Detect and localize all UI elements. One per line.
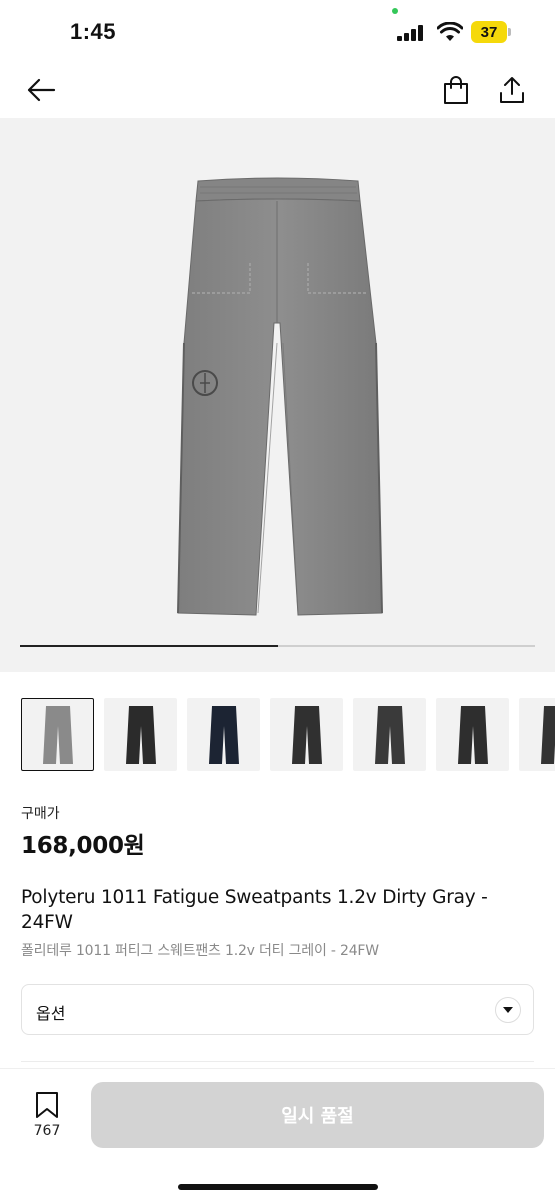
battery-icon: 37 xyxy=(471,21,511,43)
carousel-progress-track xyxy=(20,645,535,647)
option-select[interactable]: 옵션 xyxy=(21,984,534,1035)
thumbnail-strip[interactable] xyxy=(21,698,555,772)
thumbnail-pants-image xyxy=(291,705,322,764)
share-icon xyxy=(500,77,524,103)
price-value: 168,000원 xyxy=(21,833,145,859)
divider xyxy=(21,1061,534,1062)
bookmark-button[interactable]: 767 xyxy=(26,1091,68,1143)
thumbnail-pants-image xyxy=(42,705,73,764)
shopping-bag-icon xyxy=(444,76,468,104)
battery-level: 37 xyxy=(471,21,507,43)
share-button[interactable] xyxy=(494,72,530,108)
privacy-indicator-dot xyxy=(392,8,398,14)
bookmark-icon xyxy=(36,1092,58,1118)
thumbnail-pants-image xyxy=(374,705,405,764)
thumbnail-pants-image xyxy=(125,705,156,764)
wifi-icon xyxy=(437,22,463,41)
thumbnail-pants-image xyxy=(540,705,555,764)
thumbnail-1[interactable] xyxy=(21,698,94,771)
thumbnail-7[interactable] xyxy=(519,698,555,771)
shopping-bag-button[interactable] xyxy=(438,72,474,108)
thumbnail-pants-image xyxy=(208,705,239,764)
arrow-left-icon xyxy=(27,78,56,102)
status-bar: 1:45 37 xyxy=(0,0,555,64)
sold-out-button[interactable]: 일시 품절 xyxy=(91,1082,544,1148)
thumbnail-6[interactable] xyxy=(436,698,509,771)
thumbnail-pants-image xyxy=(457,705,488,764)
product-title-ko: 폴리테루 1011 퍼티그 스웨트팬츠 1.2v 더티 그레이 - 24FW xyxy=(21,943,379,959)
thumbnail-2[interactable] xyxy=(104,698,177,771)
thumbnail-3[interactable] xyxy=(187,698,260,771)
price-label: 구매가 xyxy=(21,806,60,822)
product-image-carousel[interactable] xyxy=(0,118,555,672)
back-button[interactable] xyxy=(23,72,59,108)
caret-down-icon xyxy=(495,997,521,1023)
option-label: 옵션 xyxy=(36,1004,66,1023)
bottom-action-bar: 767 일시 품절 xyxy=(0,1068,555,1200)
status-time: 1:45 xyxy=(70,19,117,44)
bookmark-count: 767 xyxy=(33,1123,61,1139)
home-indicator xyxy=(178,1184,378,1190)
nav-bar xyxy=(0,64,555,118)
sweatpants-image xyxy=(177,177,383,616)
carousel-progress-fill xyxy=(20,645,278,647)
thumbnail-4[interactable] xyxy=(270,698,343,771)
product-title-en: Polyteru 1011 Fatigue Sweatpants 1.2v Di… xyxy=(21,887,488,933)
thumbnail-5[interactable] xyxy=(353,698,426,771)
cellular-signal-icon xyxy=(397,25,427,41)
